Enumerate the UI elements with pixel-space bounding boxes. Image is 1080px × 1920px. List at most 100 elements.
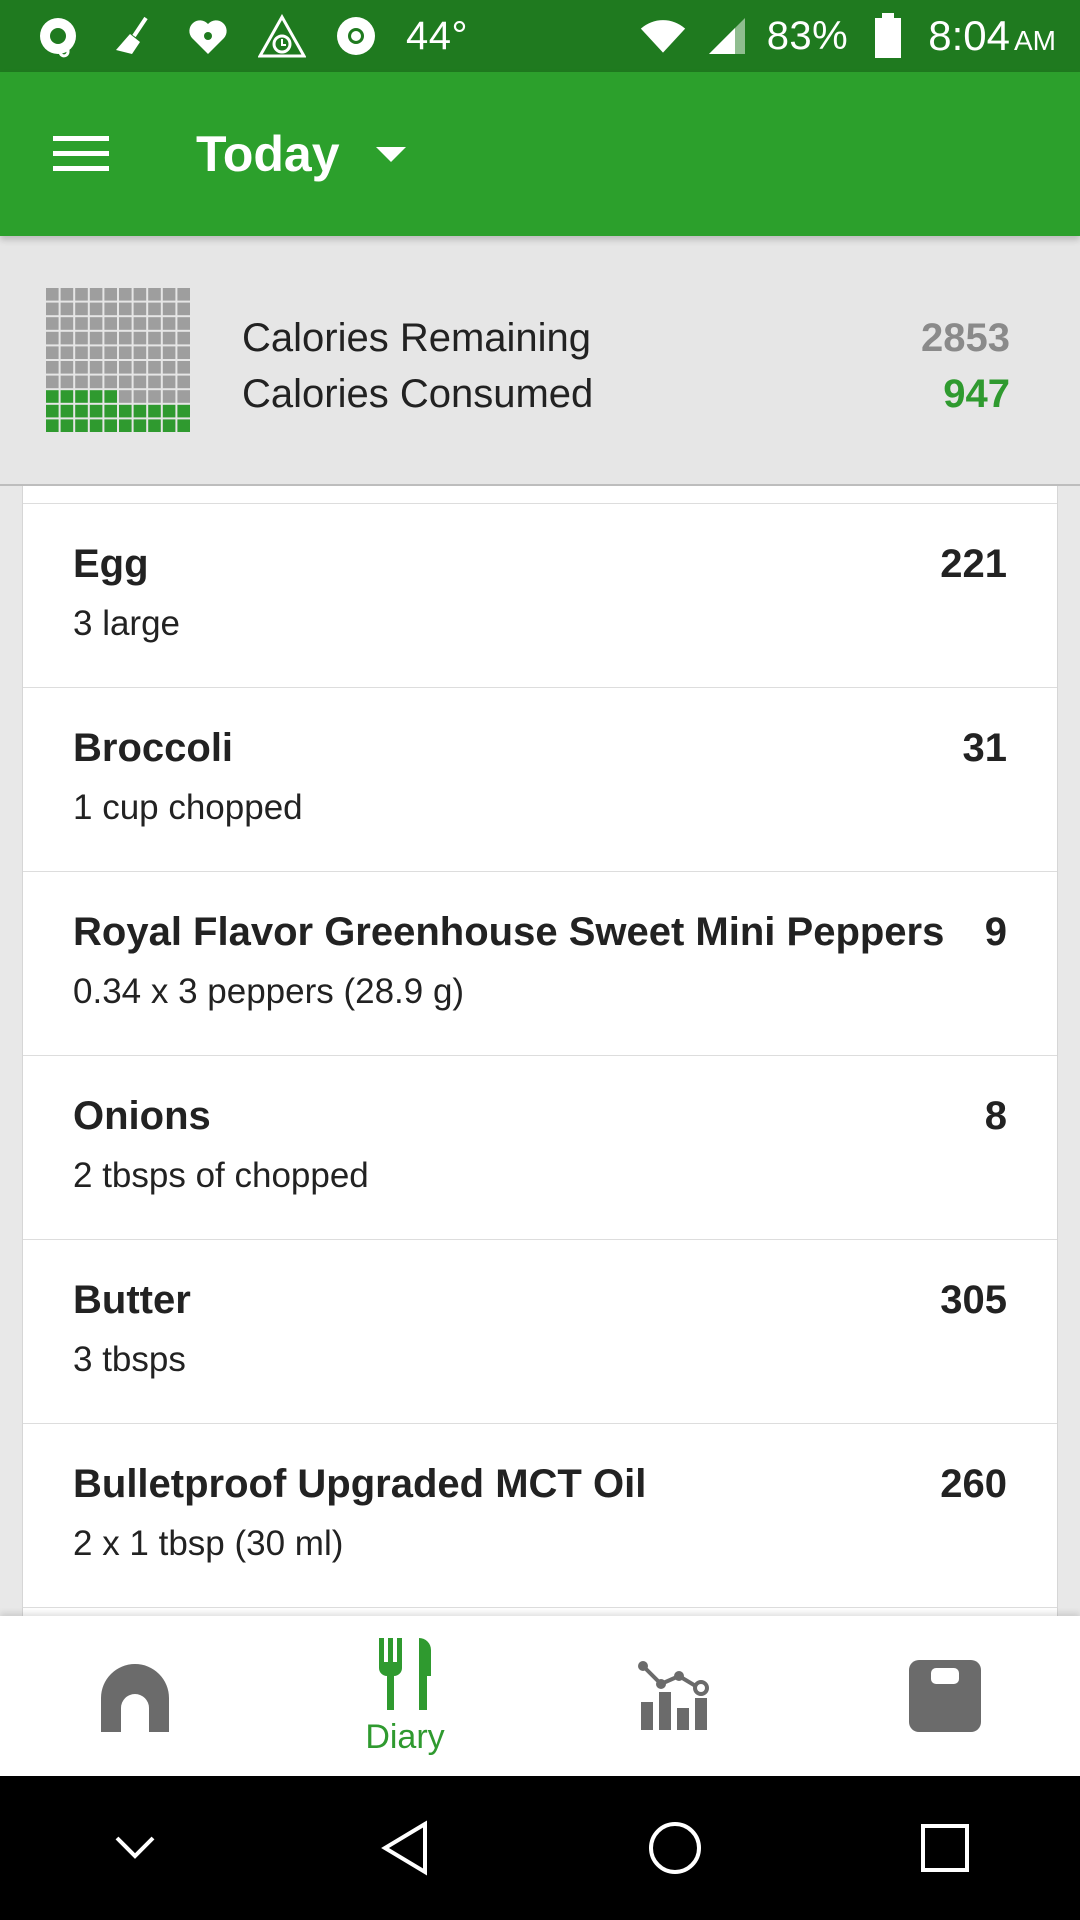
calorie-grid-cell (46, 331, 59, 345)
back-icon[interactable] (345, 1788, 465, 1908)
calorie-grid-cell (104, 346, 117, 359)
calorie-grid-cell (148, 331, 161, 345)
list-item[interactable]: Egg 3 large 221 (23, 504, 1057, 688)
caret-down-icon (375, 146, 406, 162)
calorie-grid-cell (60, 302, 74, 316)
calorie-grid-cell (60, 390, 74, 403)
calorie-labels: Calories Remaining Calories Consumed (242, 310, 593, 422)
calorie-grid-cell (89, 419, 103, 432)
list-divider (23, 486, 1057, 504)
calorie-grid-cell (148, 404, 161, 418)
calorie-grid-cell (60, 404, 74, 418)
date-dropdown[interactable]: Today (196, 125, 406, 183)
calories-consumed-value: 947 (943, 372, 1010, 416)
status-left: 44° (0, 12, 468, 60)
calorie-grid-cell (104, 419, 117, 432)
nav-diary[interactable]: Diary (270, 1616, 540, 1776)
calorie-grid-cell (46, 361, 59, 374)
calorie-grid-cell (60, 419, 74, 432)
calorie-grid-cell (46, 288, 59, 301)
list-item[interactable]: Bulletproof Upgraded MCT Oil 2 x 1 tbsp … (23, 1424, 1057, 1608)
calorie-summary[interactable]: Calories Remaining Calories Consumed 285… (0, 236, 1080, 486)
nav-diary-label: Diary (365, 1717, 445, 1756)
collapse-chevron-icon[interactable] (75, 1788, 195, 1908)
calorie-grid-cell (133, 331, 147, 345)
calorie-grid-cell (89, 375, 103, 389)
alarm-clock-icon (258, 12, 306, 60)
calorie-grid-cell (46, 317, 59, 330)
calorie-grid-cell (89, 317, 103, 330)
hamburger-menu-icon[interactable] (26, 99, 136, 209)
recents-square-icon[interactable] (885, 1788, 1005, 1908)
list-item[interactable]: Broccoli 1 cup chopped 31 (23, 688, 1057, 872)
food-serving: 2 x 1 tbsp (30 ml) (73, 1524, 344, 1563)
calories-remaining-label: Calories Remaining (242, 316, 592, 360)
nav-scale[interactable] (810, 1616, 1080, 1776)
calorie-grid-cell (75, 346, 88, 359)
wifi-icon (639, 12, 687, 60)
calorie-grid-cell (89, 390, 103, 403)
food-calories: 9 (984, 910, 1007, 954)
food-name: Broccoli (73, 726, 234, 770)
calorie-grid-cell (46, 404, 59, 418)
nav-progress[interactable] (540, 1616, 810, 1776)
iheart-radio-icon (184, 12, 232, 60)
calorie-grid-cell (89, 288, 103, 301)
calorie-grid-cell (46, 375, 59, 389)
home-circle-icon[interactable] (615, 1788, 735, 1908)
calories-consumed-label: Calories Consumed (242, 372, 594, 416)
battery-icon (864, 12, 912, 60)
calorie-grid-cell (177, 390, 190, 403)
food-calories: 260 (940, 1462, 1007, 1506)
calories-remaining-value: 2853 (921, 316, 1010, 360)
calorie-grid-cell (133, 288, 147, 301)
food-list[interactable]: Egg 3 large 221 Broccoli 1 cup chopped 3… (22, 486, 1058, 1616)
calorie-grid-cell (133, 361, 147, 374)
clock-time: 8:04 (928, 12, 1010, 59)
calorie-grid-cell (162, 390, 176, 403)
calorie-grid-cell (60, 288, 74, 301)
calorie-grid-cell (162, 419, 176, 432)
calorie-grid-cell (46, 390, 59, 403)
food-calories: 305 (940, 1278, 1007, 1322)
calorie-grid-cell (162, 288, 176, 301)
calorie-grid-cell (148, 288, 161, 301)
calorie-grid-cell (177, 331, 190, 345)
list-item[interactable]: Onions 2 tbsps of chopped 8 (23, 1056, 1057, 1240)
calorie-grid-cell (104, 390, 117, 403)
scale-icon (909, 1660, 981, 1732)
list-item[interactable]: Royal Flavor Greenhouse Sweet Mini Peppe… (23, 872, 1057, 1056)
signal-icon (703, 12, 751, 60)
app-bar: Today (0, 72, 1080, 236)
calorie-grid-cell (162, 404, 176, 418)
calorie-grid-cell (119, 331, 132, 345)
calorie-grid-cell (148, 419, 161, 432)
calorie-grid-cell (119, 302, 132, 316)
calorie-grid-cell (60, 346, 74, 359)
calorie-grid-cell (104, 331, 117, 345)
nav-home[interactable] (0, 1616, 270, 1776)
calorie-grid-cell (177, 317, 190, 330)
progress-chart-icon (638, 1661, 709, 1730)
calorie-grid-cell (162, 302, 176, 316)
fork-knife-icon (379, 1637, 431, 1710)
calorie-grid-icon (46, 288, 190, 432)
system-navigation (0, 1776, 1080, 1920)
food-serving: 3 tbsps (73, 1340, 186, 1379)
calorie-grid-cell (119, 404, 132, 418)
calorie-grid-cell (162, 331, 176, 345)
food-name: Butter (73, 1278, 191, 1322)
list-item[interactable]: Butter 3 tbsps 305 (23, 1240, 1057, 1424)
food-serving: 0.34 x 3 peppers (28.9 g) (73, 972, 465, 1011)
calorie-grid-cell (177, 404, 190, 418)
calorie-grid-cell (119, 288, 132, 301)
calorie-grid-cell (46, 302, 59, 316)
calorie-grid-cell (148, 317, 161, 330)
calorie-grid-cell (75, 404, 88, 418)
calorie-grid-cell (104, 317, 117, 330)
music-note-icon (36, 12, 84, 60)
calorie-grid-cell (60, 375, 74, 389)
calorie-grid-cell (119, 317, 132, 330)
calorie-grid-cell (177, 288, 190, 301)
calorie-grid-cell (75, 331, 88, 345)
